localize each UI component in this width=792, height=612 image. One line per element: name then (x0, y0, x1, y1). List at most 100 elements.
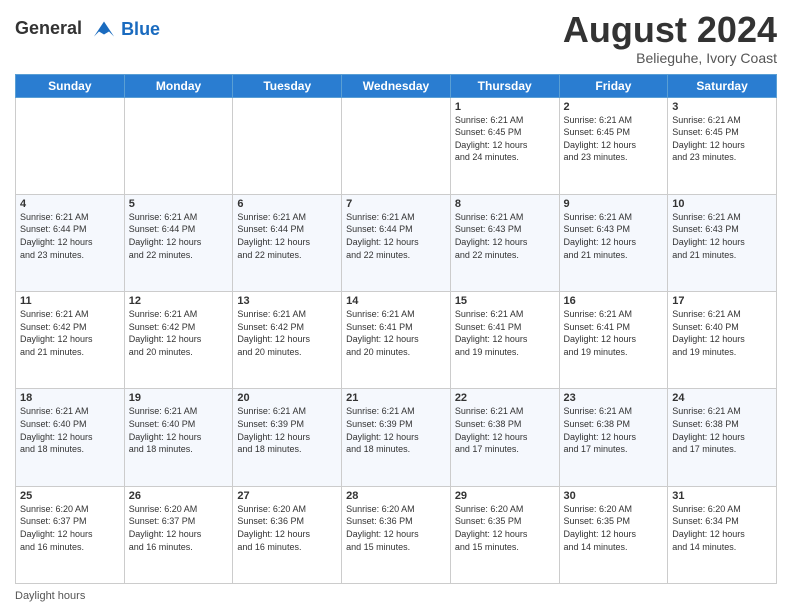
calendar-cell: 4Sunrise: 6:21 AM Sunset: 6:44 PM Daylig… (16, 194, 125, 291)
day-number: 5 (129, 198, 229, 210)
cell-info: Sunrise: 6:21 AM Sunset: 6:44 PM Dayligh… (346, 211, 446, 261)
calendar-cell: 27Sunrise: 6:20 AM Sunset: 6:36 PM Dayli… (233, 486, 342, 583)
day-number: 30 (564, 490, 664, 502)
logo-general: General (15, 18, 82, 38)
cell-info: Sunrise: 6:21 AM Sunset: 6:39 PM Dayligh… (346, 405, 446, 455)
cell-info: Sunrise: 6:21 AM Sunset: 6:40 PM Dayligh… (672, 308, 772, 358)
footer: Daylight hours (15, 590, 777, 602)
calendar-cell: 5Sunrise: 6:21 AM Sunset: 6:44 PM Daylig… (124, 194, 233, 291)
calendar-cell: 14Sunrise: 6:21 AM Sunset: 6:41 PM Dayli… (342, 292, 451, 389)
day-number: 3 (672, 101, 772, 113)
logo: General Blue (15, 14, 160, 44)
day-number: 7 (346, 198, 446, 210)
calendar-cell: 22Sunrise: 6:21 AM Sunset: 6:38 PM Dayli… (450, 389, 559, 486)
calendar-cell (16, 97, 125, 194)
weekday-header: Tuesday (233, 74, 342, 97)
calendar-cell: 31Sunrise: 6:20 AM Sunset: 6:34 PM Dayli… (668, 486, 777, 583)
cell-info: Sunrise: 6:21 AM Sunset: 6:43 PM Dayligh… (672, 211, 772, 261)
calendar-week-row: 18Sunrise: 6:21 AM Sunset: 6:40 PM Dayli… (16, 389, 777, 486)
calendar-cell: 28Sunrise: 6:20 AM Sunset: 6:36 PM Dayli… (342, 486, 451, 583)
title-section: August 2024 Belieguhe, Ivory Coast (563, 10, 777, 66)
day-number: 31 (672, 490, 772, 502)
calendar-cell: 9Sunrise: 6:21 AM Sunset: 6:43 PM Daylig… (559, 194, 668, 291)
calendar-cell: 23Sunrise: 6:21 AM Sunset: 6:38 PM Dayli… (559, 389, 668, 486)
calendar-cell (342, 97, 451, 194)
cell-info: Sunrise: 6:21 AM Sunset: 6:42 PM Dayligh… (129, 308, 229, 358)
day-number: 19 (129, 392, 229, 404)
day-number: 26 (129, 490, 229, 502)
calendar-cell: 30Sunrise: 6:20 AM Sunset: 6:35 PM Dayli… (559, 486, 668, 583)
day-number: 6 (237, 198, 337, 210)
day-number: 2 (564, 101, 664, 113)
calendar-cell (124, 97, 233, 194)
calendar-cell: 25Sunrise: 6:20 AM Sunset: 6:37 PM Dayli… (16, 486, 125, 583)
weekday-header: Monday (124, 74, 233, 97)
day-number: 4 (20, 198, 120, 210)
cell-info: Sunrise: 6:21 AM Sunset: 6:43 PM Dayligh… (455, 211, 555, 261)
day-number: 15 (455, 295, 555, 307)
day-number: 24 (672, 392, 772, 404)
calendar-cell: 20Sunrise: 6:21 AM Sunset: 6:39 PM Dayli… (233, 389, 342, 486)
cell-info: Sunrise: 6:21 AM Sunset: 6:44 PM Dayligh… (129, 211, 229, 261)
cell-info: Sunrise: 6:21 AM Sunset: 6:45 PM Dayligh… (564, 114, 664, 164)
cell-info: Sunrise: 6:21 AM Sunset: 6:44 PM Dayligh… (237, 211, 337, 261)
cell-info: Sunrise: 6:21 AM Sunset: 6:41 PM Dayligh… (346, 308, 446, 358)
calendar-week-row: 1Sunrise: 6:21 AM Sunset: 6:45 PM Daylig… (16, 97, 777, 194)
calendar-week-row: 11Sunrise: 6:21 AM Sunset: 6:42 PM Dayli… (16, 292, 777, 389)
cell-info: Sunrise: 6:21 AM Sunset: 6:44 PM Dayligh… (20, 211, 120, 261)
logo-blue: Blue (121, 19, 160, 40)
cell-info: Sunrise: 6:21 AM Sunset: 6:38 PM Dayligh… (672, 405, 772, 455)
logo-bird-icon (89, 14, 119, 44)
cell-info: Sunrise: 6:20 AM Sunset: 6:36 PM Dayligh… (237, 503, 337, 553)
calendar-cell: 21Sunrise: 6:21 AM Sunset: 6:39 PM Dayli… (342, 389, 451, 486)
weekday-header: Wednesday (342, 74, 451, 97)
location: Belieguhe, Ivory Coast (563, 50, 777, 66)
day-number: 23 (564, 392, 664, 404)
calendar-cell: 24Sunrise: 6:21 AM Sunset: 6:38 PM Dayli… (668, 389, 777, 486)
header-row: SundayMondayTuesdayWednesdayThursdayFrid… (16, 74, 777, 97)
cell-info: Sunrise: 6:21 AM Sunset: 6:45 PM Dayligh… (455, 114, 555, 164)
day-number: 29 (455, 490, 555, 502)
day-number: 10 (672, 198, 772, 210)
day-number: 11 (20, 295, 120, 307)
cell-info: Sunrise: 6:20 AM Sunset: 6:36 PM Dayligh… (346, 503, 446, 553)
cell-info: Sunrise: 6:20 AM Sunset: 6:37 PM Dayligh… (20, 503, 120, 553)
calendar-table: SundayMondayTuesdayWednesdayThursdayFrid… (15, 74, 777, 584)
day-number: 27 (237, 490, 337, 502)
calendar-cell: 16Sunrise: 6:21 AM Sunset: 6:41 PM Dayli… (559, 292, 668, 389)
cell-info: Sunrise: 6:21 AM Sunset: 6:39 PM Dayligh… (237, 405, 337, 455)
cell-info: Sunrise: 6:21 AM Sunset: 6:38 PM Dayligh… (455, 405, 555, 455)
weekday-header: Sunday (16, 74, 125, 97)
weekday-header: Saturday (668, 74, 777, 97)
cell-info: Sunrise: 6:21 AM Sunset: 6:42 PM Dayligh… (237, 308, 337, 358)
cell-info: Sunrise: 6:21 AM Sunset: 6:41 PM Dayligh… (564, 308, 664, 358)
day-number: 18 (20, 392, 120, 404)
calendar-cell: 13Sunrise: 6:21 AM Sunset: 6:42 PM Dayli… (233, 292, 342, 389)
day-number: 20 (237, 392, 337, 404)
cell-info: Sunrise: 6:21 AM Sunset: 6:42 PM Dayligh… (20, 308, 120, 358)
cell-info: Sunrise: 6:21 AM Sunset: 6:40 PM Dayligh… (20, 405, 120, 455)
calendar-cell: 12Sunrise: 6:21 AM Sunset: 6:42 PM Dayli… (124, 292, 233, 389)
cell-info: Sunrise: 6:20 AM Sunset: 6:35 PM Dayligh… (564, 503, 664, 553)
cell-info: Sunrise: 6:21 AM Sunset: 6:38 PM Dayligh… (564, 405, 664, 455)
calendar-cell: 15Sunrise: 6:21 AM Sunset: 6:41 PM Dayli… (450, 292, 559, 389)
calendar-cell: 18Sunrise: 6:21 AM Sunset: 6:40 PM Dayli… (16, 389, 125, 486)
calendar-week-row: 25Sunrise: 6:20 AM Sunset: 6:37 PM Dayli… (16, 486, 777, 583)
calendar-cell (233, 97, 342, 194)
cell-info: Sunrise: 6:21 AM Sunset: 6:41 PM Dayligh… (455, 308, 555, 358)
weekday-header: Friday (559, 74, 668, 97)
daylight-label: Daylight hours (15, 590, 85, 602)
day-number: 13 (237, 295, 337, 307)
cell-info: Sunrise: 6:20 AM Sunset: 6:34 PM Dayligh… (672, 503, 772, 553)
day-number: 25 (20, 490, 120, 502)
day-number: 28 (346, 490, 446, 502)
day-number: 8 (455, 198, 555, 210)
calendar-cell: 2Sunrise: 6:21 AM Sunset: 6:45 PM Daylig… (559, 97, 668, 194)
weekday-header: Thursday (450, 74, 559, 97)
day-number: 12 (129, 295, 229, 307)
day-number: 1 (455, 101, 555, 113)
calendar-cell: 3Sunrise: 6:21 AM Sunset: 6:45 PM Daylig… (668, 97, 777, 194)
day-number: 17 (672, 295, 772, 307)
calendar-week-row: 4Sunrise: 6:21 AM Sunset: 6:44 PM Daylig… (16, 194, 777, 291)
day-number: 14 (346, 295, 446, 307)
